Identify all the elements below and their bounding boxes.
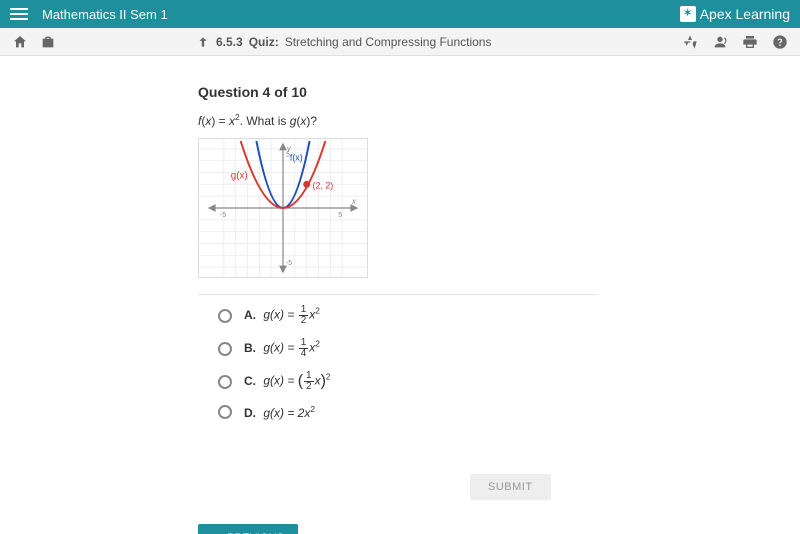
option-letter: A. bbox=[244, 308, 256, 322]
svg-text:-5: -5 bbox=[220, 212, 226, 219]
divider bbox=[198, 294, 598, 295]
breadcrumb-bar: 6.5.3 Quiz: Stretching and Compressing F… bbox=[0, 28, 800, 56]
read-aloud-icon[interactable] bbox=[712, 34, 728, 50]
previous-button[interactable]: PREVIOUS bbox=[198, 524, 298, 534]
question-area: Question 4 of 10 f(x) = x2. What is g(x)… bbox=[0, 56, 800, 534]
option-letter: D. bbox=[244, 406, 256, 420]
up-arrow-icon bbox=[196, 35, 210, 49]
svg-text:5: 5 bbox=[286, 152, 290, 159]
print-icon[interactable] bbox=[742, 34, 758, 50]
option-letter: C. bbox=[244, 374, 256, 388]
breadcrumb-title: Stretching and Compressing Functions bbox=[285, 35, 492, 49]
brand-label: ✶ Apex Learning bbox=[680, 6, 790, 22]
x-axis-label: x bbox=[351, 197, 357, 206]
question-prompt: f(x) = x2. What is g(x)? bbox=[198, 112, 800, 128]
radio-icon[interactable] bbox=[218, 375, 232, 389]
answer-options: A. g(x) = 12x2 B. g(x) = 14x2 C. g(x) = … bbox=[198, 305, 800, 420]
option-a[interactable]: A. g(x) = 12x2 bbox=[218, 305, 800, 326]
breadcrumb-label: Quiz: bbox=[249, 35, 279, 49]
question-heading: Question 4 of 10 bbox=[198, 84, 800, 100]
submit-button[interactable]: SUBMIT bbox=[470, 474, 551, 500]
breadcrumb-number: 6.5.3 bbox=[216, 35, 243, 49]
function-graph: g(x) f(x) (2, 2) y x 5 5 -5 -5 bbox=[198, 138, 368, 278]
brand-logo-icon: ✶ bbox=[680, 6, 696, 22]
point-label: (2, 2) bbox=[313, 180, 334, 190]
course-title: Mathematics II Sem 1 bbox=[42, 7, 168, 22]
translate-icon[interactable] bbox=[682, 34, 698, 50]
brand-text: Apex Learning bbox=[700, 6, 790, 22]
fx-label: f(x) bbox=[290, 153, 303, 163]
svg-text:5: 5 bbox=[338, 212, 342, 219]
option-b[interactable]: B. g(x) = 14x2 bbox=[218, 338, 800, 359]
gx-label: g(x) bbox=[231, 170, 248, 181]
help-icon[interactable] bbox=[772, 34, 788, 50]
menu-icon[interactable] bbox=[10, 8, 28, 20]
radio-icon[interactable] bbox=[218, 309, 232, 323]
svg-text:-5: -5 bbox=[286, 260, 292, 267]
header-bar: Mathematics II Sem 1 ✶ Apex Learning bbox=[0, 0, 800, 28]
option-d[interactable]: D. g(x) = 2x2 bbox=[218, 404, 800, 420]
option-letter: B. bbox=[244, 341, 256, 355]
breadcrumb[interactable]: 6.5.3 Quiz: Stretching and Compressing F… bbox=[56, 35, 682, 49]
briefcase-icon[interactable] bbox=[40, 34, 56, 50]
radio-icon[interactable] bbox=[218, 342, 232, 356]
radio-icon[interactable] bbox=[218, 405, 232, 419]
home-icon[interactable] bbox=[12, 34, 28, 50]
option-c[interactable]: C. g(x) = (12x)2 bbox=[218, 371, 800, 392]
